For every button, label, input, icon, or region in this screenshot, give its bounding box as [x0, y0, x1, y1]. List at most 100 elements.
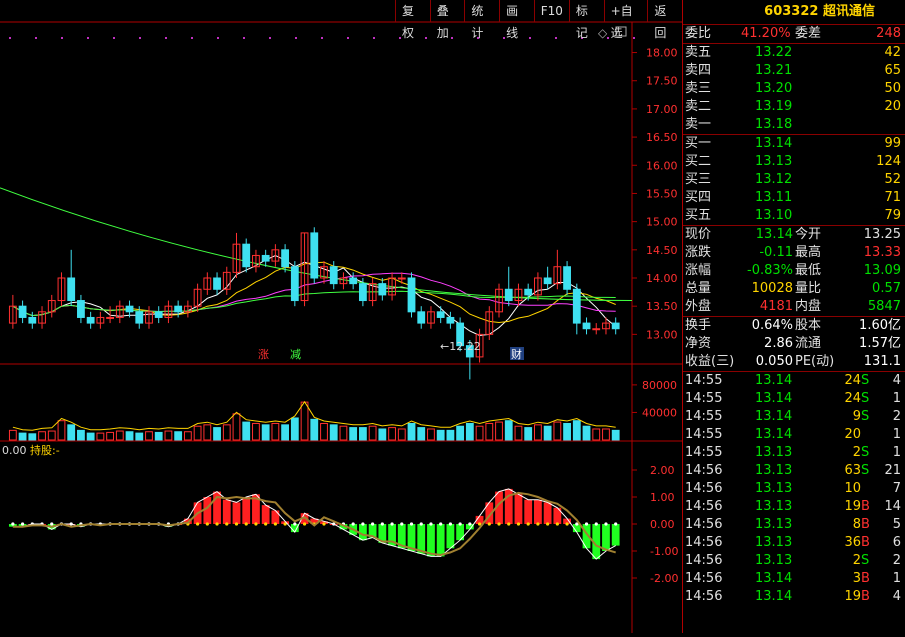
price-axis-label: 17.50: [646, 75, 678, 88]
marker-dot: [503, 37, 505, 39]
toolbar-button-6[interactable]: +自选: [603, 0, 648, 40]
volume-bar: [582, 425, 591, 441]
tick-volume: 2: [852, 445, 861, 460]
sell-orders: 卖五 13.22 42 卖四 13.21 65 卖三 13.20 50 卖二 13.19 20 卖一 13…: [683, 44, 905, 135]
volume-bar: [563, 422, 571, 441]
indicator-axis-label: 1.00: [650, 491, 675, 504]
tick-row[interactable]: 14:55 13.14 24 S 1: [683, 390, 905, 408]
tick-volume: 24: [844, 391, 861, 406]
buys-row[interactable]: 买五 13.10 79: [683, 207, 905, 225]
tick-row[interactable]: 14:55 13.14 20 1: [683, 426, 905, 444]
toolbar-button-3[interactable]: 画线: [499, 0, 534, 40]
candle-body: [563, 266, 571, 290]
indicator-bar: [203, 497, 212, 524]
volume-bar: [213, 427, 221, 441]
volume-bar: [320, 422, 328, 441]
volume-bar: [183, 431, 192, 441]
volume-bar: [407, 422, 416, 441]
kline-chart-area[interactable]: 18.00 17.50 17.00 16.50 16.00 15.50 15.00 14.50…: [0, 0, 682, 633]
quote-row: 外盘 4181 内盘 5847: [683, 298, 905, 316]
tick-count: 21: [884, 463, 901, 478]
tick-row[interactable]: 14:56 13.13 8 B 5: [683, 516, 905, 534]
indicator-zero-dot: [264, 522, 268, 526]
stock-title: 603322 超讯通信: [683, 0, 905, 25]
fundamental-label: 净资: [685, 336, 712, 351]
indicator-zero-dot: [254, 522, 258, 526]
tick-row[interactable]: 14:55 13.14 24 S 4: [683, 372, 905, 390]
kline-svg[interactable]: 18.00 17.50 17.00 16.50 16.00 15.50 15.00 14.50…: [0, 0, 682, 633]
stock-terminal: 18.00 17.50 17.00 16.50 16.00 15.50 15.00 14.50…: [0, 0, 905, 633]
volume-bar: [242, 421, 251, 441]
sells-row[interactable]: 卖四 13.21 65: [683, 62, 905, 80]
fundamental-value: 0.64%: [751, 318, 793, 333]
indicator-bar: [543, 502, 552, 524]
buys-row[interactable]: 买二 13.13 124: [683, 153, 905, 171]
volume-bar: [329, 424, 338, 441]
tick-row[interactable]: 14:56 13.13 19 B 14: [683, 498, 905, 516]
tick-volume: 9: [852, 409, 861, 424]
volume-bar: [271, 422, 280, 441]
tick-time: 14:55: [685, 409, 723, 424]
volume-bar: [349, 427, 358, 441]
tick-count: 6: [892, 535, 901, 550]
sells-row[interactable]: 卖一 13.18: [683, 116, 905, 134]
buys-price: 13.10: [755, 208, 793, 223]
quote-label: 现价: [685, 227, 712, 242]
tick-row[interactable]: 14:56 13.13 10 7: [683, 480, 905, 498]
fundamental-value: 131.1: [863, 354, 901, 369]
volume-bar: [106, 431, 114, 441]
tick-volume: 19: [844, 499, 861, 514]
tick-row[interactable]: 14:55 13.14 9 S 2: [683, 408, 905, 426]
quote-stats: 现价 13.14 今开 13.25 涨跌 -0.11 最高 13.33 涨幅 -0.83% 最低 13…: [683, 226, 905, 317]
volume-bar: [388, 427, 396, 441]
volume-bar: [38, 431, 46, 441]
tick-row[interactable]: 14:56 13.13 36 B 6: [683, 534, 905, 552]
volume-bar: [174, 431, 183, 441]
volume-bar: [572, 420, 581, 441]
quote-value: 4181: [759, 299, 793, 314]
sells-row[interactable]: 卖五 13.22 42: [683, 44, 905, 62]
tick-row[interactable]: 14:56 13.14 19 B 4: [683, 588, 905, 606]
volume-axis-label: 40000: [642, 406, 677, 419]
tick-price: 13.14: [755, 409, 793, 424]
volume-bar: [67, 424, 76, 441]
quote-row: 总量 10028 量比 0.57: [683, 280, 905, 298]
chart-toolbar: 复权 叠加 统计 画线 F10 标记 +自选 返回: [395, 0, 682, 40]
tick-row[interactable]: 14:56 13.14 3 B 1: [683, 570, 905, 588]
buys-volume: 99: [884, 136, 901, 151]
indicator-zero-dot: [565, 522, 569, 526]
sells-row[interactable]: 卖三 13.20 50: [683, 80, 905, 98]
toolbar-button-4[interactable]: F10: [533, 0, 569, 22]
toolbar-button-7[interactable]: 返回: [647, 0, 682, 40]
toolbar-button-5[interactable]: 标记: [568, 0, 604, 40]
sells-row[interactable]: 卖二 13.19 20: [683, 98, 905, 116]
indicator-bar: [446, 524, 455, 549]
quote-label: 最低: [795, 263, 822, 278]
tick-direction: B: [861, 517, 870, 532]
indicator-bar: [222, 499, 231, 524]
indicator-zero-dot: [293, 522, 297, 526]
price-axis-label: 17.00: [646, 103, 678, 116]
tick-row[interactable]: 14:55 13.13 2 S 1: [683, 444, 905, 462]
indicator-axis-label: -2.00: [650, 572, 678, 585]
toolbar-button-2[interactable]: 统计: [464, 0, 499, 40]
quote-value: 13.09: [863, 263, 901, 278]
tick-row[interactable]: 14:56 13.13 63 S 21: [683, 462, 905, 480]
indicator-bar: [242, 497, 251, 524]
up-mark: 涨: [258, 348, 269, 361]
volume-bar: [602, 428, 610, 441]
down-mark: 减: [290, 348, 301, 361]
tick-row[interactable]: 14:56 13.13 2 S 2: [683, 552, 905, 570]
buys-row[interactable]: 买四 13.11 71: [683, 189, 905, 207]
buys-row[interactable]: 买三 13.12 52: [683, 171, 905, 189]
price-axis-label: 14.00: [646, 272, 678, 285]
fundamental-row: 净资 2.86 流通 1.57亿: [683, 335, 905, 353]
tick-list[interactable]: 14:55 13.14 24 S 4 14:55 13.14 24 S 1 14:55 13.14 9 S…: [683, 372, 905, 606]
candle-body: [572, 288, 581, 324]
toolbar-button-1[interactable]: 叠加: [429, 0, 465, 40]
buys-row[interactable]: 买一 13.14 99: [683, 135, 905, 153]
price-axis-label: 13.50: [646, 300, 678, 313]
tick-time: 14:56: [685, 463, 723, 478]
marker-dot: [425, 37, 427, 39]
toolbar-button-0[interactable]: 复权: [395, 0, 430, 40]
